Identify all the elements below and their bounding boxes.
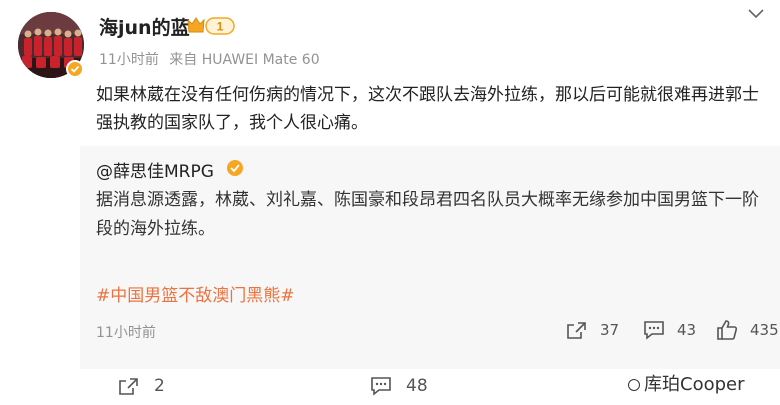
chevron-down-icon[interactable] (746, 6, 766, 25)
username[interactable]: 海jun的蓝 (99, 13, 190, 40)
share-icon (119, 378, 138, 395)
vip-level: 1 (217, 20, 224, 34)
repost-comment-button[interactable]: 43 (643, 320, 696, 340)
comment-icon (644, 321, 664, 340)
share-button[interactable]: 2 (118, 376, 165, 396)
hashtag-link[interactable]: #中国男篮不敌澳门黑熊# (96, 281, 295, 306)
post-time: 11小时前 (99, 52, 159, 68)
repost-share-count: 37 (600, 321, 620, 339)
verified-badge-icon (66, 60, 84, 78)
repost-like-button[interactable]: 435 (716, 319, 779, 341)
post-meta: 11小时前 来自 HUAWEI Mate 60 (99, 49, 326, 69)
share-icon (567, 322, 586, 339)
repost-author[interactable]: @薛思佳MRPG (96, 157, 214, 182)
repost-box[interactable]: @薛思佳MRPG 据消息源透露，林葳、刘礼嘉、陈国豪和段昂君四名队员大概率无缘参… (80, 146, 780, 369)
repost-share-button[interactable]: 37 (566, 320, 619, 340)
watermark: 库珀Cooper (628, 370, 745, 396)
post-source: 来自 HUAWEI Mate 60 (169, 52, 320, 68)
repost-comment-count: 43 (677, 321, 697, 339)
repost-like-count: 435 (750, 321, 779, 339)
thumbs-up-icon (717, 320, 738, 340)
share-count: 2 (154, 376, 165, 396)
repost-time: 11小时前 (96, 325, 156, 341)
watermark-logo-icon (628, 379, 640, 391)
comment-icon (371, 377, 391, 396)
comment-button[interactable]: 48 (370, 376, 428, 396)
repost-text: 据消息源透露，林葳、刘礼嘉、陈国豪和段昂君四名队员大概率无缘参加中国男篮下一阶段… (96, 190, 759, 239)
verified-badge-icon (227, 160, 243, 176)
post-text: 如果林葳在没有任何伤病的情况下，这次不跟队去海外拉练，那以后可能就很难再进郭士强… (96, 85, 759, 133)
comment-count: 48 (406, 376, 428, 396)
vip-badge: 1 (186, 15, 236, 41)
